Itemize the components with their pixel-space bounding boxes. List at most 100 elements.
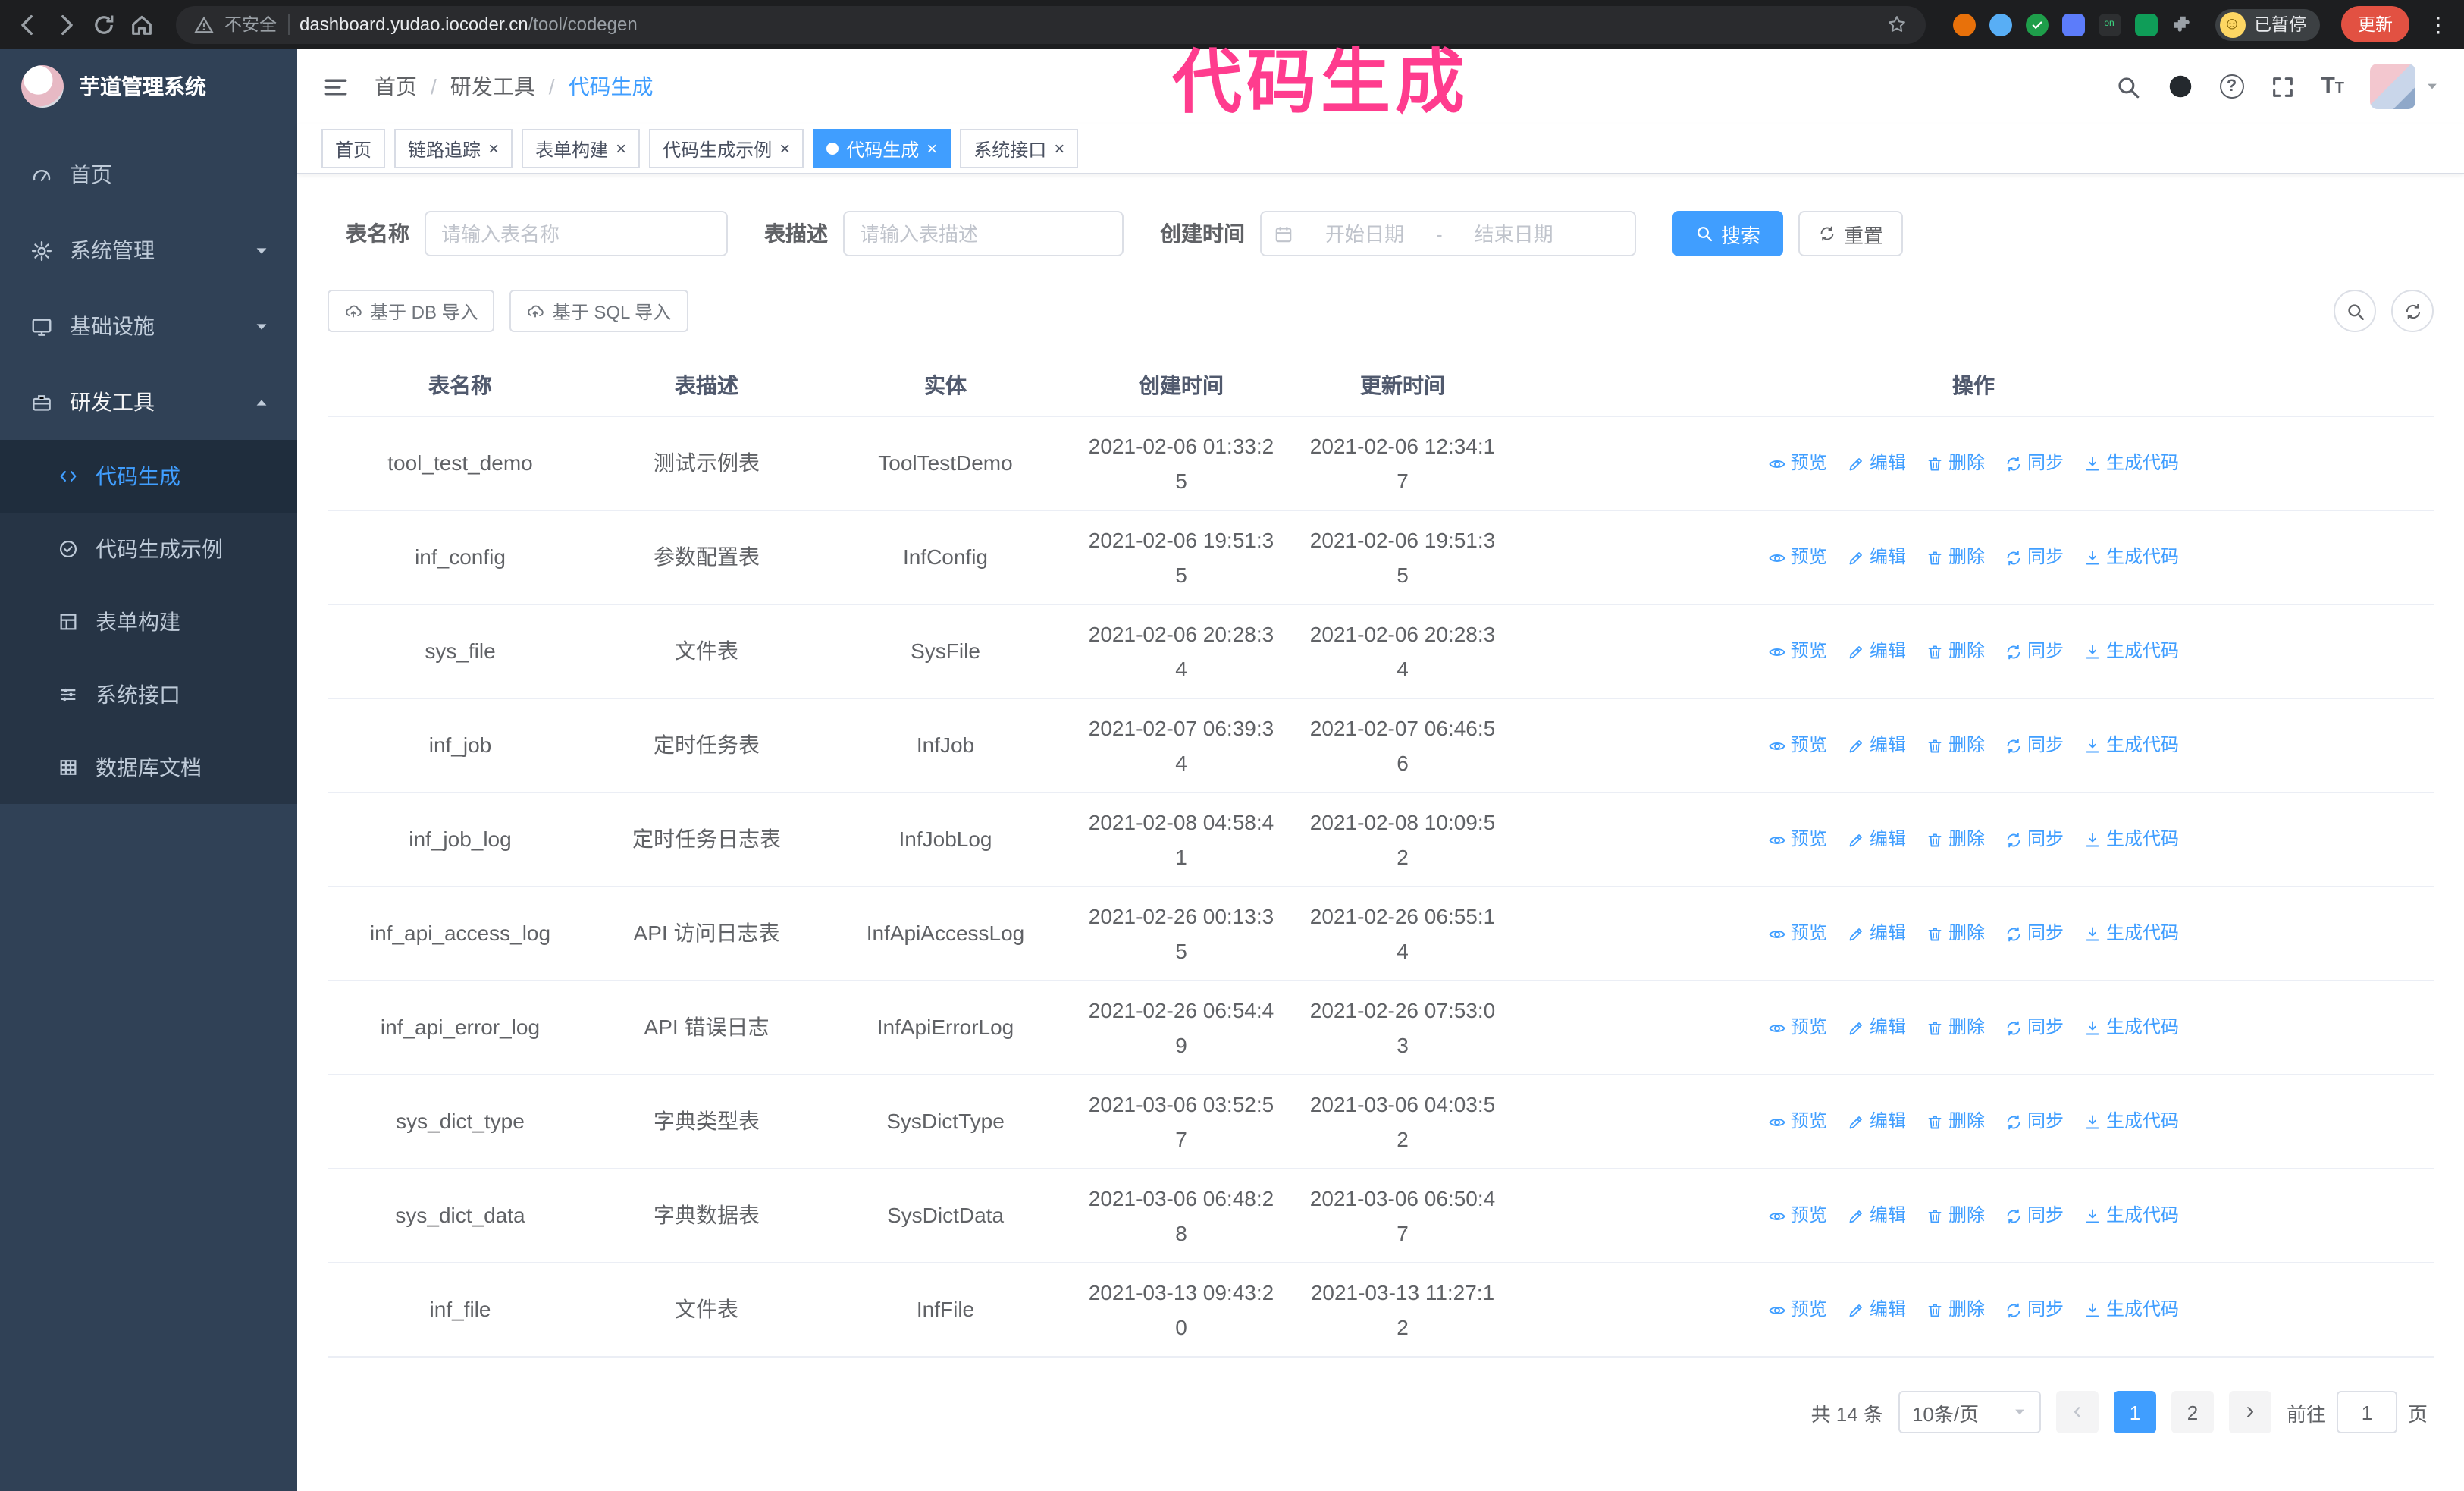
delete-link[interactable]: 删除 [1926,543,1985,572]
sidebar-item-infrastructure[interactable]: 基础设施 [0,288,297,364]
sync-link[interactable]: 同步 [2005,543,2064,572]
edit-link[interactable]: 编辑 [1847,919,1906,948]
browser-reload-icon[interactable] [91,11,117,37]
tab-trace[interactable]: 链路追踪 [394,129,513,168]
start-date-input[interactable] [1299,222,1430,245]
preview-link[interactable]: 预览 [1768,1295,1827,1324]
generate-code-link[interactable]: 生成代码 [2083,1013,2179,1042]
preview-link[interactable]: 预览 [1768,1201,1827,1230]
tab-form-builder[interactable]: 表单构建 [522,129,641,168]
tab-close-icon[interactable] [779,140,790,158]
browser-menu-kebab-icon[interactable] [2428,11,2449,37]
page-button-1[interactable]: 1 [2113,1391,2156,1433]
browser-update-button[interactable]: 更新 [2341,6,2409,42]
delete-link[interactable]: 删除 [1926,449,1985,478]
generate-code-link[interactable]: 生成代码 [2083,449,2179,478]
preview-link[interactable]: 预览 [1768,1013,1827,1042]
delete-link[interactable]: 删除 [1926,731,1985,760]
help-icon[interactable] [2219,74,2244,99]
delete-link[interactable]: 删除 [1926,637,1985,666]
generate-code-link[interactable]: 生成代码 [2083,825,2179,854]
tab-close-icon[interactable] [616,140,626,158]
font-size-icon[interactable] [2321,73,2344,100]
sidebar-item-code-generation[interactable]: 代码生成 [0,440,297,513]
edit-link[interactable]: 编辑 [1847,1107,1906,1136]
chevron-down-icon[interactable] [2425,79,2440,94]
sidebar-item-form-builder[interactable]: 表单构建 [0,585,297,658]
browser-home-icon[interactable] [129,11,155,37]
user-menu[interactable] [2370,64,2440,109]
preview-link[interactable]: 预览 [1768,637,1827,666]
extension-icon-blue[interactable] [1989,13,2011,36]
sidebar-item-system-management[interactable]: 系统管理 [0,212,297,288]
next-page-button[interactable] [2228,1391,2271,1433]
browser-profile-badge[interactable]: 已暂停 [2215,8,2320,40]
sidebar-item-database-docs[interactable]: 数据库文档 [0,731,297,804]
search-button[interactable]: 搜索 [1672,211,1784,256]
preview-link[interactable]: 预览 [1768,543,1827,572]
tab-close-icon[interactable] [926,140,937,158]
tab-code-generation[interactable]: 代码生成 [813,129,951,168]
toggle-search-button[interactable] [2334,290,2376,332]
breadcrumb-current[interactable]: 代码生成 [569,71,654,102]
generate-code-link[interactable]: 生成代码 [2083,1201,2179,1230]
browser-forward-icon[interactable] [53,11,79,37]
edit-link[interactable]: 编辑 [1847,1013,1906,1042]
tab-close-icon[interactable] [1054,140,1064,158]
sync-link[interactable]: 同步 [2005,919,2064,948]
delete-link[interactable]: 删除 [1926,1107,1985,1136]
sync-link[interactable]: 同步 [2005,637,2064,666]
generate-code-link[interactable]: 生成代码 [2083,919,2179,948]
generate-code-link[interactable]: 生成代码 [2083,637,2179,666]
end-date-input[interactable] [1448,222,1579,245]
extension-icon-dark[interactable]: on [2098,13,2121,36]
generate-code-link[interactable]: 生成代码 [2083,1107,2179,1136]
github-icon[interactable] [2166,73,2193,100]
table-desc-input[interactable] [843,211,1124,256]
sync-link[interactable]: 同步 [2005,449,2064,478]
user-avatar[interactable] [2370,64,2415,109]
bookmark-star-icon[interactable] [1886,14,1907,35]
reset-button[interactable]: 重置 [1798,211,1904,256]
date-range-picker[interactable]: - [1260,211,1636,256]
extension-icon-green-check[interactable] [2025,13,2048,36]
address-bar[interactable]: 不安全 dashboard.yudao.iocoder.cn/tool/code… [176,5,1925,43]
edit-link[interactable]: 编辑 [1847,731,1906,760]
sync-link[interactable]: 同步 [2005,731,2064,760]
breadcrumb-dev-tools[interactable]: 研发工具 [450,71,535,102]
goto-page-input[interactable] [2336,1391,2397,1433]
generate-code-link[interactable]: 生成代码 [2083,543,2179,572]
tab-codegen-example[interactable]: 代码生成示例 [649,129,804,168]
edit-link[interactable]: 编辑 [1847,637,1906,666]
delete-link[interactable]: 删除 [1926,919,1985,948]
extension-icon-green[interactable] [2134,13,2157,36]
table-name-input[interactable] [425,211,728,256]
page-button-2[interactable]: 2 [2171,1391,2214,1433]
edit-link[interactable]: 编辑 [1847,825,1906,854]
delete-link[interactable]: 删除 [1926,1013,1985,1042]
extensions-puzzle-icon[interactable] [2171,13,2193,36]
sync-link[interactable]: 同步 [2005,1013,2064,1042]
browser-back-icon[interactable] [15,11,41,37]
fullscreen-icon[interactable] [2269,74,2295,99]
edit-link[interactable]: 编辑 [1847,543,1906,572]
hamburger-icon[interactable] [321,72,350,101]
page-url[interactable]: dashboard.yudao.iocoder.cn/tool/codegen [299,14,638,35]
edit-link[interactable]: 编辑 [1847,1201,1906,1230]
page-size-select[interactable]: 10条/页 [1898,1391,2041,1433]
sidebar-item-system-api[interactable]: 系统接口 [0,658,297,731]
search-icon[interactable] [2114,74,2140,99]
import-sql-button[interactable]: 基于 SQL 导入 [509,290,688,332]
tab-close-icon[interactable] [488,140,499,158]
preview-link[interactable]: 预览 [1768,825,1827,854]
import-db-button[interactable]: 基于 DB 导入 [328,290,495,332]
generate-code-link[interactable]: 生成代码 [2083,731,2179,760]
delete-link[interactable]: 删除 [1926,825,1985,854]
delete-link[interactable]: 删除 [1926,1201,1985,1230]
sync-link[interactable]: 同步 [2005,1107,2064,1136]
preview-link[interactable]: 预览 [1768,1107,1827,1136]
prev-page-button[interactable] [2055,1391,2099,1433]
edit-link[interactable]: 编辑 [1847,449,1906,478]
sync-link[interactable]: 同步 [2005,825,2064,854]
edit-link[interactable]: 编辑 [1847,1295,1906,1324]
